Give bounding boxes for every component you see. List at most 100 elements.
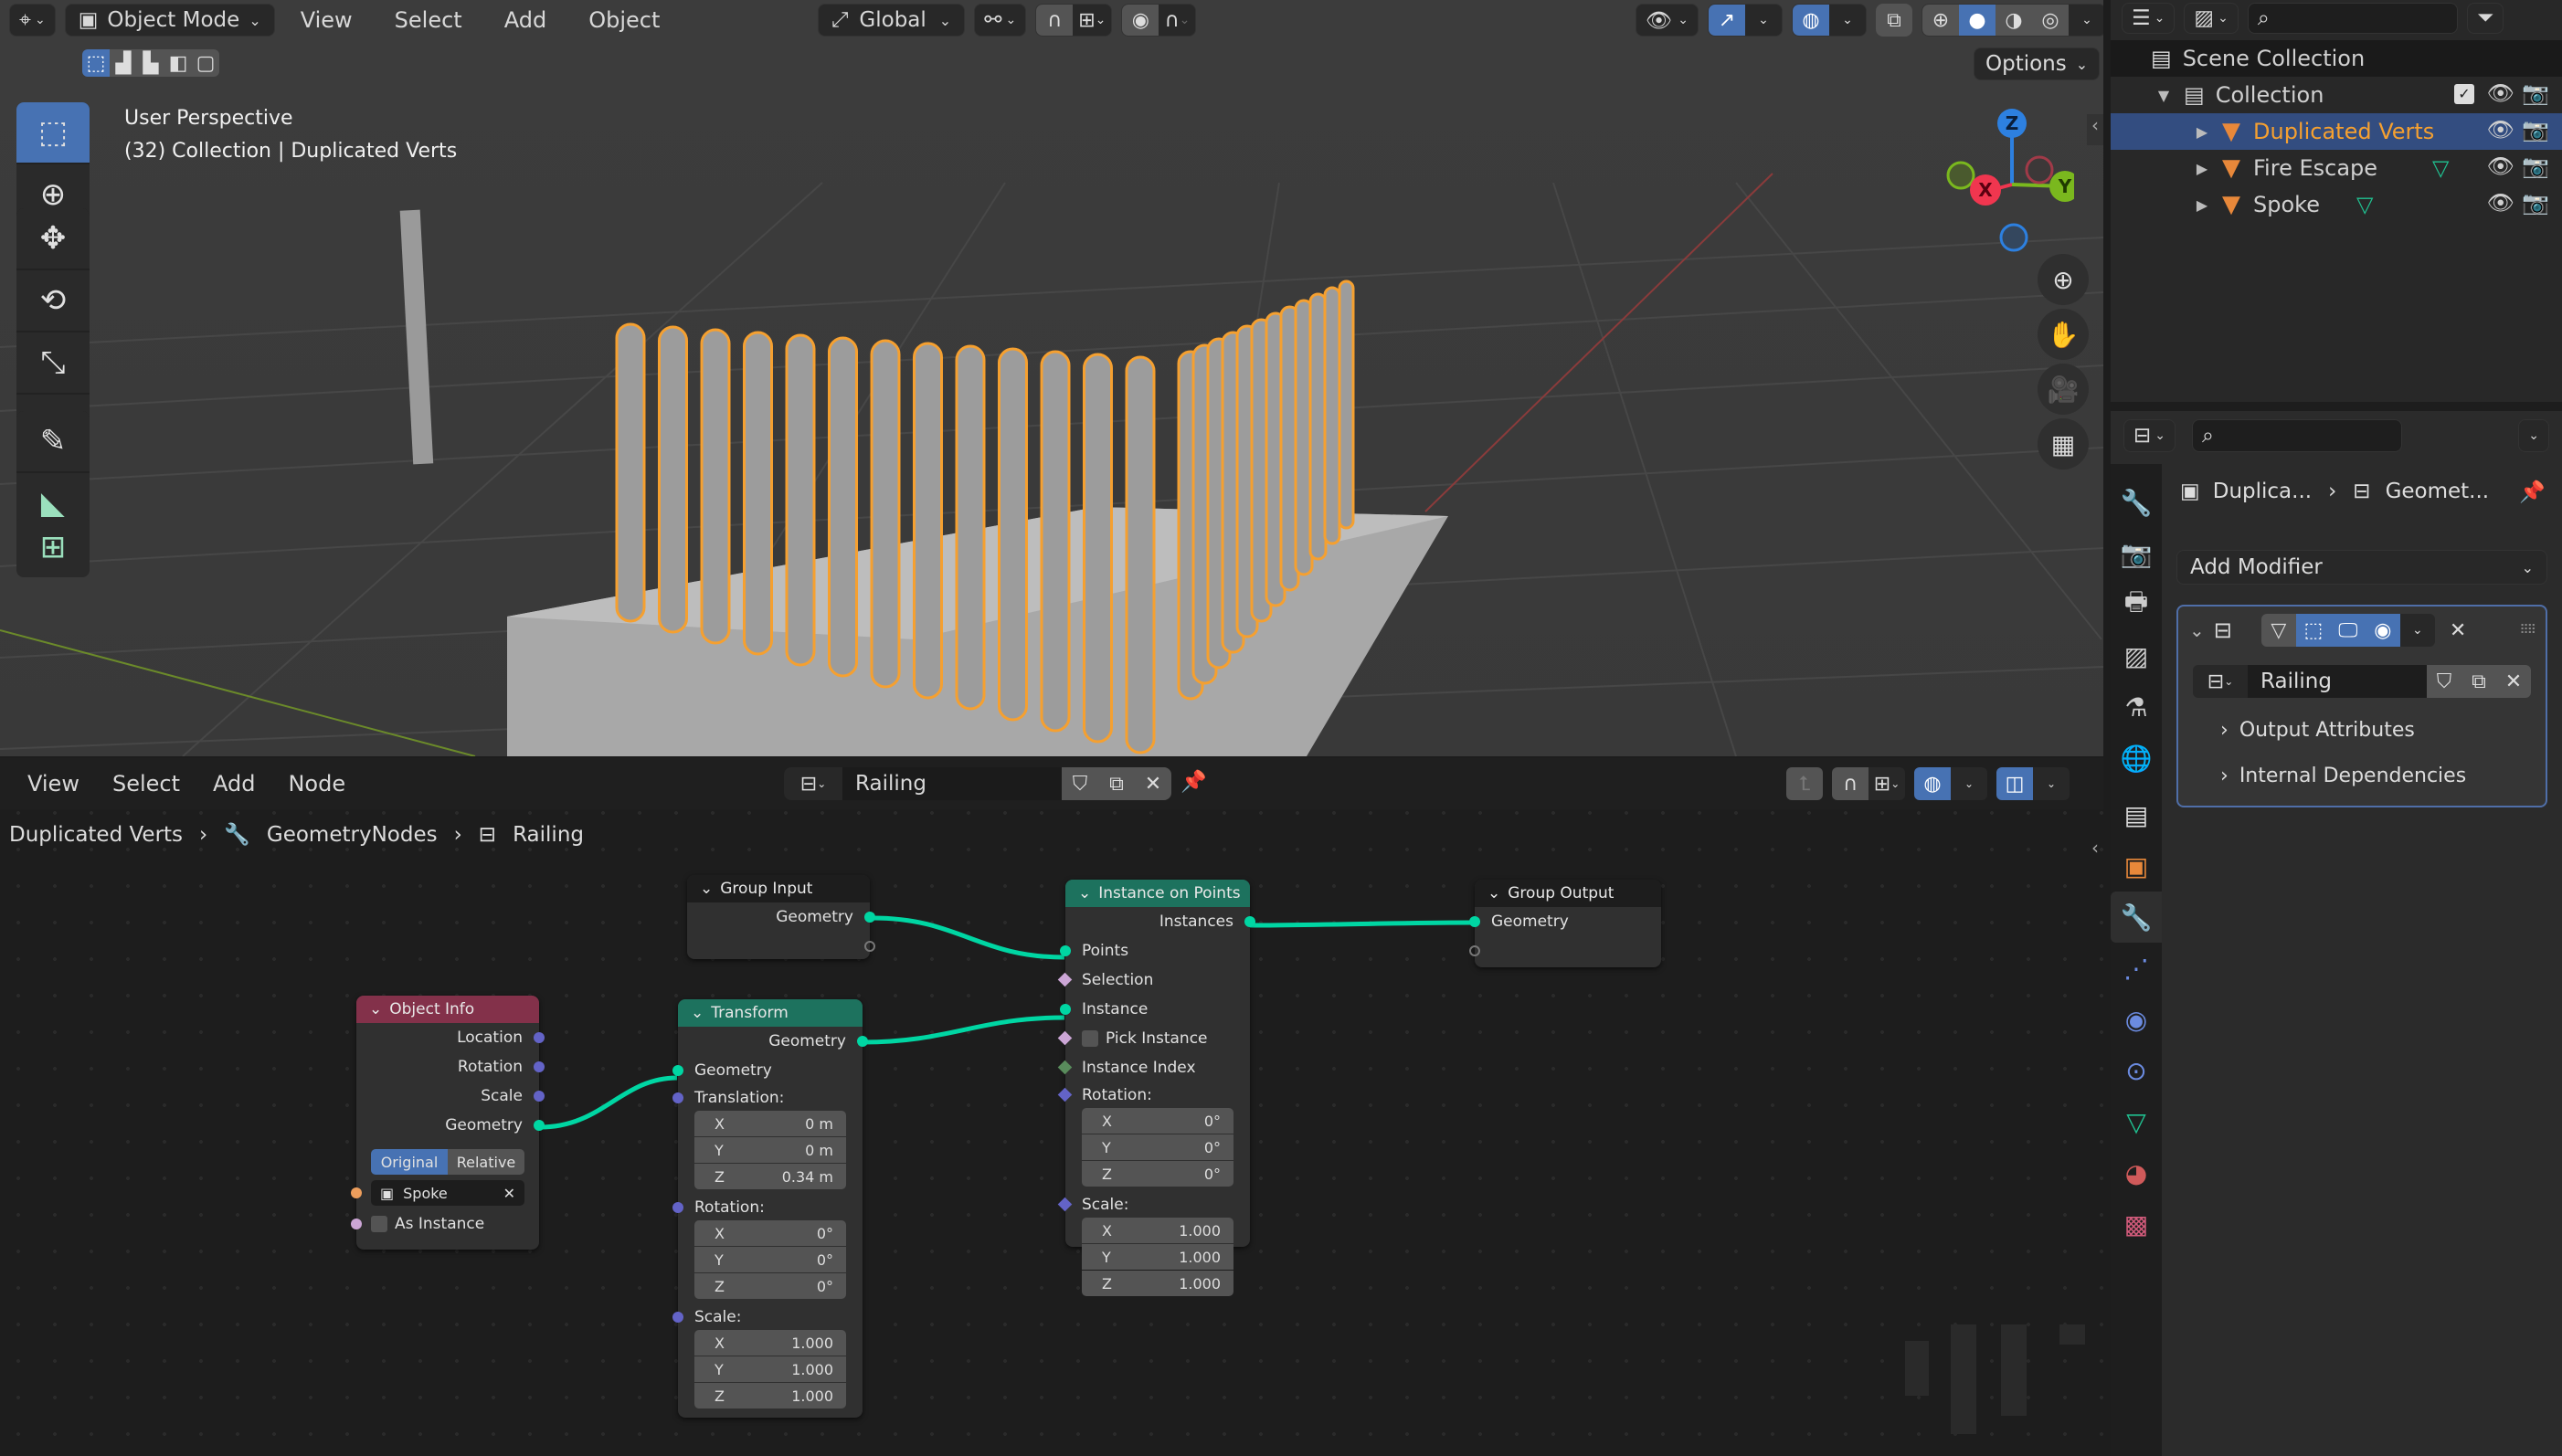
railing-spoke-instance[interactable] [913,342,943,700]
railing-spoke-instance[interactable] [1040,350,1071,733]
eye-icon[interactable]: 👁 [2487,153,2514,179]
outliner-item[interactable]: ▶ ▼ Fire Escape ▽ 👁 📷 [2111,150,2562,186]
railing-spoke-instance[interactable] [828,336,858,678]
parent-node-tree-button[interactable]: ⮤ [1786,767,1823,800]
expand-triangle-icon[interactable]: ▶ [2191,160,2213,177]
rotation-input-socket[interactable] [1057,1087,1073,1103]
wireframe-shading-button[interactable]: ⊕ [1922,5,1959,36]
points-input-socket[interactable] [1060,945,1071,956]
rendered-shading-button[interactable]: ◎ [2031,5,2069,36]
overlays-toggle[interactable]: ◍ [1792,5,1829,36]
eye-icon[interactable]: 👁 [2487,117,2514,142]
scale-input-socket[interactable] [1057,1197,1073,1212]
overlays-dropdown[interactable]: ⌄ [1828,5,1866,36]
gizmo-dropdown[interactable]: ⌄ [1744,5,1782,36]
menu-select[interactable]: Select [378,7,479,33]
overlays-toggle[interactable]: ◍ [1914,767,1951,800]
tab-output[interactable]: 🖶 [2111,579,2162,630]
gizmo-toggle[interactable]: ↗ [1708,5,1745,36]
rotation-input-socket[interactable] [672,1202,683,1213]
expand-triangle-icon[interactable]: ▼ [2153,87,2175,104]
tab-physics[interactable]: ◉ [2111,994,2162,1045]
fake-user-button[interactable]: ⛉ [2427,665,2461,698]
navigation-gizmo[interactable]: Z X Y [1937,100,2074,256]
selection-input-socket[interactable] [1057,972,1073,987]
material-shading-button[interactable]: ◑ [1995,5,2032,36]
scene-collection-row[interactable]: ▤ Scene Collection [2111,40,2562,77]
node-tree-name-field[interactable]: Railing [842,767,1062,800]
tab-view-layer[interactable]: ▨ [2111,630,2162,681]
original-option[interactable]: Original [371,1149,448,1175]
railing-spoke-instance[interactable] [700,328,731,645]
railing-spoke-instance[interactable] [955,344,986,711]
railing-spoke-instance[interactable] [1125,355,1156,754]
object-field[interactable]: ▣ Spoke ✕ [351,1180,524,1206]
collapse-chevron-icon[interactable]: ⌄ [700,880,713,898]
node-tree-browse[interactable]: ⊟ ⌄ [784,767,842,800]
instance-index-input-socket[interactable] [1057,1060,1073,1075]
outliner-item[interactable]: ▶ ▼ Spoke ▽ 👁 📷 [2111,186,2562,223]
select-subtract-button[interactable]: ▙ [137,49,164,77]
node-editor[interactable]: View Select Add Node ⊟ ⌄ Railing ⛉ ⧉ ✕ 📌 … [0,758,2103,1456]
visibility-dropdown[interactable]: 👁 ⌄ [1636,4,1699,37]
menu-add[interactable]: Add [196,771,271,797]
tab-material[interactable]: ◕ [2111,1147,2162,1198]
modifier-extras-dropdown[interactable]: ⌄ [2399,614,2435,647]
panel-internal-dependencies[interactable]: › Internal Dependencies [2178,753,2546,798]
tool-annotate[interactable]: ✎ [16,411,90,471]
node-transform[interactable]: ⌄ Transform Geometry Geometry Translation… [672,999,868,1418]
3d-viewport[interactable]: ⌖ ⌄ ▣ Object Mode ⌄ View Select Add Objec… [0,0,2103,756]
vector-field-z[interactable]: Z 1.000 [1082,1271,1233,1296]
menu-view[interactable]: View [11,771,96,797]
properties-options-dropdown[interactable]: ⌄ [2518,419,2549,452]
vector-field-z[interactable]: Z 0° [694,1273,846,1299]
tab-collection[interactable]: ▤ [2111,789,2162,840]
node-group-input[interactable]: ⌄ Group Input Geometry [687,875,875,959]
node-group-browse[interactable]: ⊟ ⌄ [2193,665,2248,698]
collapse-chevron-icon[interactable]: ⌄ [691,1004,704,1022]
render-camera-icon[interactable]: 📷 [2522,190,2549,216]
panel-output-attributes[interactable]: › Output Attributes [2178,707,2546,753]
node-group-output[interactable]: ⌄ Group Output Geometry [1469,880,1661,967]
snap-target-dropdown[interactable]: ⊞ ⌄ [1073,5,1112,36]
tab-texture[interactable]: ▩ [2111,1198,2162,1250]
pivot-dropdown[interactable]: ⚯ ⌄ [974,4,1027,37]
select-intersect-button[interactable]: ▢ [192,49,219,77]
railing-spoke-instance[interactable] [615,322,646,623]
drag-handle-icon[interactable]: ⠿⠿ [2519,623,2536,638]
duplicate-button[interactable]: ⧉ [2461,665,2496,698]
duplicate-button[interactable]: ⧉ [1098,767,1135,800]
unlink-button[interactable]: ✕ [1135,767,1171,800]
vector-field-x[interactable]: X 0 m [694,1111,846,1136]
vector-field-z[interactable]: Z 0.34 m [694,1164,846,1189]
snap-toggle[interactable]: ∩ [1832,767,1869,800]
select-new-button[interactable]: ⬚ [82,49,110,77]
fake-user-button[interactable]: ⛉ [1062,767,1098,800]
empty-input-socket[interactable] [1469,945,1480,956]
camera-view-button[interactable]: 🎥 [2038,364,2089,415]
node-header[interactable]: ⌄ Instance on Points [1065,880,1250,907]
tab-tool[interactable]: 🔧 [2111,477,2162,528]
location-output-socket[interactable] [534,1032,545,1043]
tab-constraints[interactable]: ⊙ [2111,1045,2162,1096]
properties-editor-type[interactable]: ⊟ ⌄ [2123,419,2176,452]
tab-render[interactable]: 📷 [2111,528,2162,579]
vector-field-y[interactable]: Y 0 m [694,1137,846,1163]
geometry-output-socket[interactable] [857,1036,868,1047]
geometry-input-socket[interactable] [1469,916,1480,927]
mesh-data-icon[interactable]: ▽ [2432,155,2449,181]
eye-icon[interactable]: 👁 [2487,190,2514,216]
node-instance-on-points[interactable]: ⌄ Instance on Points Instances Points Sel… [1057,880,1255,1296]
collapse-chevron-icon[interactable]: ⌄ [369,1000,382,1018]
mode-dropdown[interactable]: ▣ Object Mode ⌄ [64,4,275,37]
properties-search[interactable]: ⌕ [2192,419,2403,452]
menu-view[interactable]: View [284,7,369,33]
railing-spoke-instance[interactable] [658,325,688,634]
scale-input-socket[interactable] [672,1312,683,1323]
clear-icon[interactable]: ✕ [503,1185,515,1202]
tab-particles[interactable]: ⋰ [2111,943,2162,994]
falloff-dropdown[interactable]: ∩ ⌄ [1159,5,1196,36]
solid-shading-button[interactable]: ● [1958,5,1996,36]
vector-field-x[interactable]: X 0° [1082,1108,1233,1134]
node-group-name-field[interactable]: Railing [2248,665,2427,698]
